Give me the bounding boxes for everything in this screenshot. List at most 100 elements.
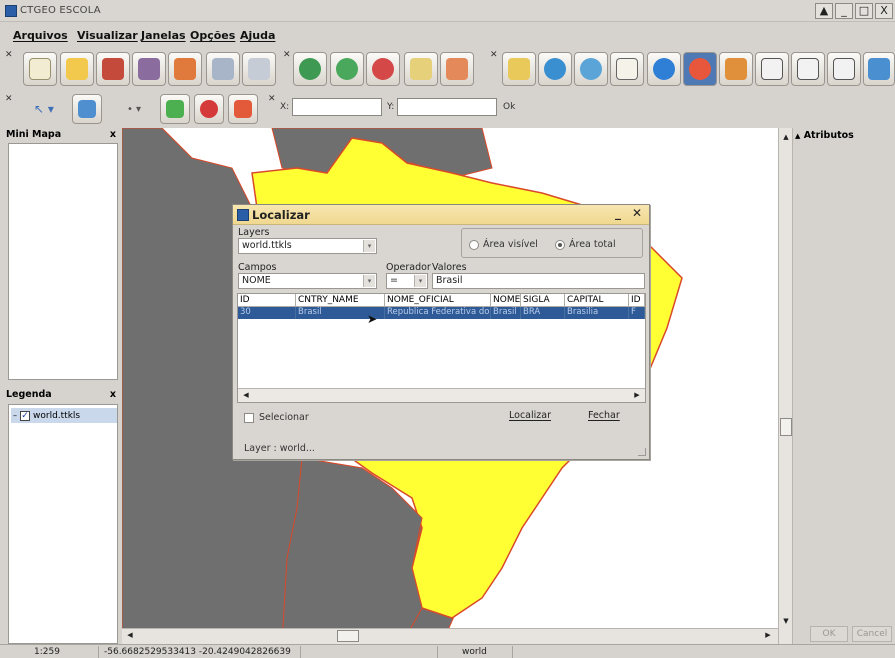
attributes-collapse-icon[interactable]: ▲ <box>795 132 800 140</box>
menu-bar: Arquivos Visualizar Janelas Opções Ajuda <box>0 24 895 44</box>
column-header[interactable]: ID <box>629 294 645 307</box>
exit-edit-button[interactable] <box>228 94 258 124</box>
dialog-close-button[interactable]: ✕ <box>629 207 645 222</box>
measure-button[interactable] <box>719 52 753 86</box>
localizar-button[interactable]: Localizar <box>509 410 551 421</box>
node-dropdown-button[interactable]: • ▾ <box>112 96 156 122</box>
refresh-button[interactable] <box>863 52 895 86</box>
results-grid[interactable]: ID CNTRY_NAME NOME_OFICIAL NOME SIGLA CA… <box>237 293 646 403</box>
legend-close-icon[interactable]: x <box>110 389 116 400</box>
layout-button[interactable] <box>168 52 202 86</box>
legend-panel: – ✓ world.ttkls <box>8 404 118 644</box>
valores-input[interactable]: Brasil <box>432 273 645 289</box>
column-header[interactable]: CAPITAL <box>565 294 629 307</box>
maximize-button[interactable]: □ <box>855 3 873 19</box>
cancel-edit-button[interactable] <box>194 94 224 124</box>
menu-visualizar[interactable]: Visualizar <box>77 29 138 42</box>
operador-combo[interactable]: = ▾ <box>386 273 428 289</box>
scroll-down-icon[interactable]: ▼ <box>780 616 792 628</box>
select-area-button[interactable] <box>72 94 102 124</box>
window-title: CTGEO ESCOLA <box>20 5 101 16</box>
selecionar-checkbox[interactable]: Selecionar <box>244 412 309 423</box>
restore-up-button[interactable]: ▲ <box>815 3 833 19</box>
resize-grip-icon[interactable] <box>638 448 646 456</box>
ok-coord-button[interactable]: Ok <box>503 102 515 112</box>
grid-scroll-left-icon[interactable]: ◀ <box>240 390 252 402</box>
list-button[interactable] <box>791 52 825 86</box>
scroll-up-icon[interactable]: ▲ <box>780 132 792 144</box>
toolbar-grip-icon[interactable]: ✕ <box>490 50 498 60</box>
column-header[interactable]: SIGLA <box>521 294 565 307</box>
toolbar-grip-icon[interactable]: ✕ <box>268 94 276 104</box>
attributes-cancel-button[interactable]: Cancel <box>852 626 892 642</box>
table-row[interactable]: 30 Brasil Republica Federativa do Brasil… <box>238 307 645 319</box>
fechar-button[interactable]: Fechar <box>588 410 620 421</box>
menu-janelas[interactable]: Janelas <box>141 29 186 42</box>
x-coord-input[interactable] <box>292 98 382 116</box>
minimap-view[interactable] <box>8 143 118 380</box>
print-preview-button[interactable] <box>242 52 276 86</box>
cell-id: 30 <box>238 307 296 319</box>
edit-map-button[interactable] <box>96 52 130 86</box>
globe-button[interactable] <box>293 52 327 86</box>
campos-combo[interactable]: NOME ▾ <box>238 273 377 289</box>
column-header[interactable]: CNTRY_NAME <box>296 294 385 307</box>
minimap-close-icon[interactable]: x <box>110 129 116 140</box>
dialog-title-bar[interactable]: Localizar _ ✕ <box>233 205 649 225</box>
save-button[interactable] <box>132 52 166 86</box>
confirm-edit-button[interactable] <box>160 94 190 124</box>
close-button[interactable]: X <box>875 3 893 19</box>
add-layer-icon <box>336 58 358 80</box>
toolbar-grip-icon[interactable]: ✕ <box>5 50 13 60</box>
grid-horizontal-scrollbar[interactable]: ◀ ▶ <box>238 388 645 402</box>
scroll-right-icon[interactable]: ▶ <box>762 630 774 642</box>
map-vertical-scroll-thumb[interactable] <box>780 418 792 436</box>
attribute-table-button[interactable] <box>755 52 789 86</box>
grid-scroll-right-icon[interactable]: ▶ <box>631 390 643 402</box>
layers-combo[interactable]: world.ttkls ▾ <box>238 238 377 254</box>
magnify-button[interactable] <box>574 52 608 86</box>
results-grid-header: ID CNTRY_NAME NOME_OFICIAL NOME SIGLA CA… <box>238 294 645 307</box>
pointer-dropdown-button[interactable]: ↖ ▾ <box>22 96 66 122</box>
locate-button[interactable] <box>683 52 717 86</box>
map-vertical-scrollbar[interactable]: ▲ ▼ <box>778 128 792 644</box>
measure-icon <box>725 58 747 80</box>
attributes-ok-button[interactable]: OK <box>810 626 848 642</box>
table-button[interactable] <box>404 52 438 86</box>
selecionar-label: Selecionar <box>259 412 309 423</box>
info-button[interactable] <box>647 52 681 86</box>
menu-opcoes[interactable]: Opções <box>190 29 235 42</box>
chart-button[interactable] <box>440 52 474 86</box>
column-header[interactable]: NOME_OFICIAL <box>385 294 491 307</box>
zoom-area-button[interactable] <box>502 52 536 86</box>
print-button[interactable] <box>206 52 240 86</box>
scroll-left-icon[interactable]: ◀ <box>124 630 136 642</box>
map-horizontal-scroll-thumb[interactable] <box>337 630 359 642</box>
menu-arquivos[interactable]: Arquivos <box>13 29 68 42</box>
campos-dropdown-icon[interactable]: ▾ <box>363 275 375 287</box>
new-file-button[interactable] <box>23 52 57 86</box>
toolbar-grip-icon[interactable]: ✕ <box>5 94 13 104</box>
y-coord-label: Y: <box>387 102 395 112</box>
column-header[interactable]: ID <box>238 294 296 307</box>
minimize-button[interactable]: _ <box>835 3 853 19</box>
y-coord-input[interactable] <box>397 98 497 116</box>
remove-layer-button[interactable] <box>366 52 400 86</box>
collapse-icon[interactable]: – <box>13 411 17 420</box>
legend-layer-item[interactable]: – ✓ world.ttkls <box>11 408 117 423</box>
pan-button[interactable] <box>610 52 644 86</box>
area-visible-radio[interactable]: Área visível <box>469 239 538 250</box>
layer-visibility-checkbox[interactable]: ✓ <box>20 410 30 421</box>
map-horizontal-scrollbar[interactable]: ◀ ▶ <box>122 628 778 644</box>
graph-button[interactable] <box>827 52 861 86</box>
add-layer-button[interactable] <box>330 52 364 86</box>
column-header[interactable]: NOME <box>491 294 521 307</box>
open-folder-button[interactable] <box>60 52 94 86</box>
toolbar-grip-icon[interactable]: ✕ <box>283 50 291 60</box>
operador-dropdown-icon[interactable]: ▾ <box>414 275 426 287</box>
layers-dropdown-icon[interactable]: ▾ <box>363 240 375 252</box>
dialog-minimize-button[interactable]: _ <box>610 207 626 222</box>
menu-ajuda[interactable]: Ajuda <box>240 29 275 42</box>
area-total-radio[interactable]: Área total <box>555 239 616 250</box>
zoom-globe-button[interactable] <box>538 52 572 86</box>
